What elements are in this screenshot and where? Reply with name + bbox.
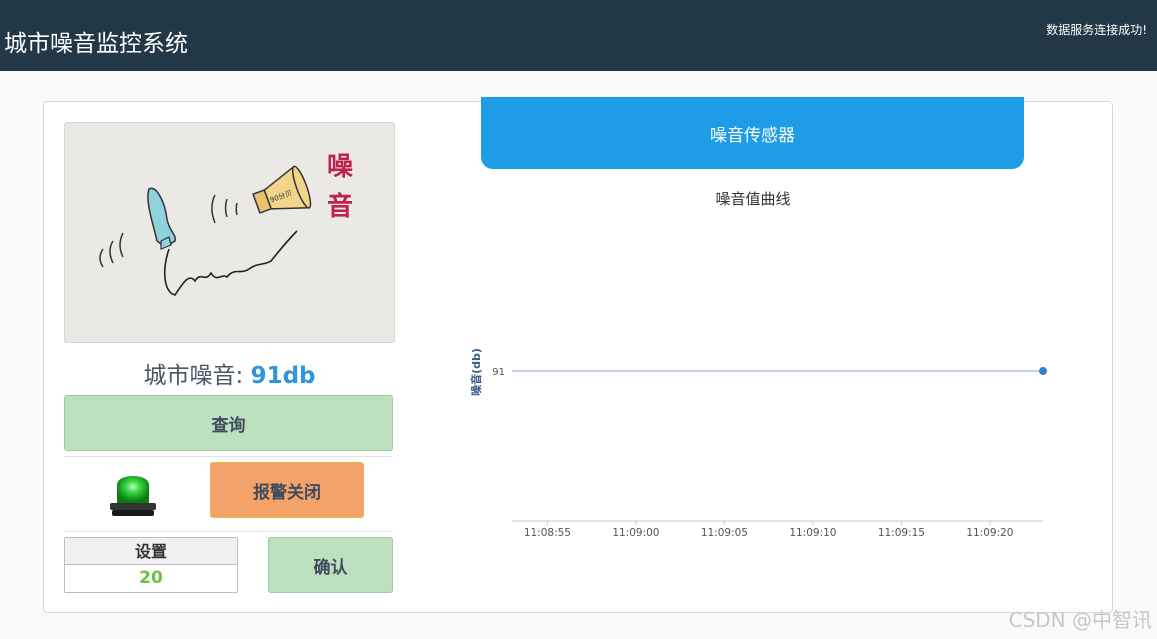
x-tick-label: 11:09:00 — [612, 527, 659, 539]
illustration-glyph-2: 音 — [327, 191, 353, 222]
query-button[interactable]: 查询 — [64, 395, 393, 451]
watermark: CSDN @中智讯 — [1008, 608, 1152, 632]
x-tick-label: 11:08:55 — [524, 527, 571, 539]
chart-title: 噪音值曲线 — [715, 190, 790, 208]
connection-status-message: 数据服务连接成功! — [1046, 23, 1147, 37]
x-tick-label: 11:09:15 — [878, 527, 925, 539]
setting-field[interactable]: 设置 20 — [64, 537, 238, 593]
noise-readout: 城市噪音: 91db — [64, 356, 395, 390]
illustration-glyph-1: 噪 — [327, 152, 354, 182]
x-tick-label: 11:09:10 — [789, 527, 836, 539]
app-title: 城市噪音监控系统 — [4, 31, 188, 57]
noise-line-chart: 噪音值曲线 噪音(db) 11:08:55 11:09:00 11:09:05 11:… — [460, 180, 1100, 550]
data-point — [1039, 367, 1047, 375]
noise-readout-label: 城市噪音: — [143, 363, 244, 389]
y-axis-label: 噪音(db) — [469, 348, 483, 396]
top-header-bar: 城市噪音监控系统 数据服务连接成功! — [0, 0, 1157, 71]
setting-label: 设置 — [65, 538, 237, 565]
x-tick-label: 11:09:05 — [701, 527, 748, 539]
setting-value[interactable]: 20 — [65, 565, 237, 592]
siren-icon — [104, 463, 162, 521]
alarm-off-button[interactable]: 报警关闭 — [210, 462, 364, 518]
confirm-button[interactable]: 确认 — [268, 537, 393, 593]
divider — [64, 531, 393, 532]
x-tick-label: 11:09:20 — [966, 527, 1013, 539]
y-tick-label: 91 — [492, 367, 505, 378]
divider — [64, 456, 393, 457]
noise-readout-value: 91db — [250, 363, 316, 389]
sensor-panel-header: 噪音传感器 — [481, 97, 1024, 169]
noise-illustration-image: 90分贝 噪 音 — [64, 122, 395, 343]
